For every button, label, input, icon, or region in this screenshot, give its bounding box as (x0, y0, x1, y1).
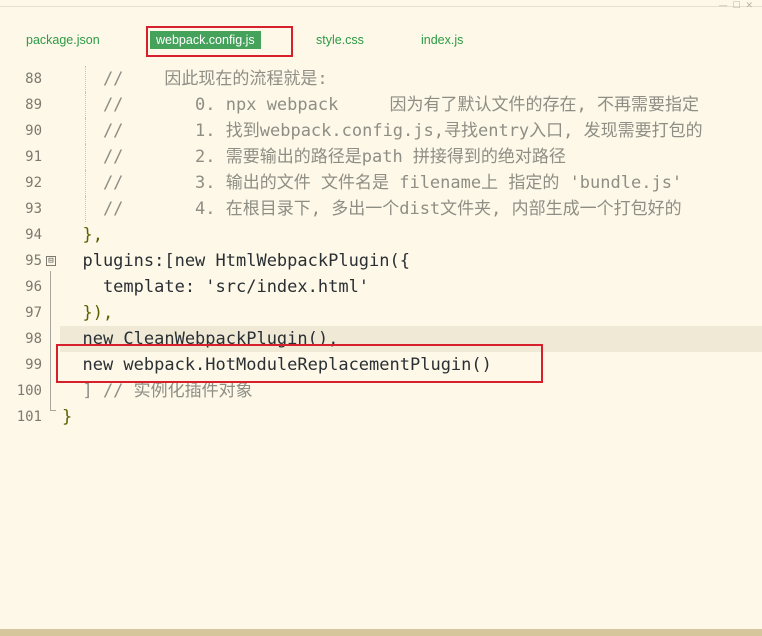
tab-annotation-box (146, 26, 293, 57)
line-text: }, (62, 225, 103, 245)
line-number: 95 (25, 253, 42, 269)
line-text: // 4. 在根目录下, 多出一个dist文件夹, 内部生成一个打包好的 (62, 199, 682, 219)
line-number: 93 (25, 201, 42, 217)
line-text: // 1. 找到webpack.config.js,寻找entry入口, 发现需… (62, 121, 703, 141)
tab-style-css[interactable]: style.css (316, 31, 364, 49)
tab-index-js[interactable]: index.js (421, 31, 463, 49)
line-number: 92 (25, 175, 42, 191)
code-line: 101 } (0, 404, 762, 430)
line-text: // 因此现在的流程就是: (62, 69, 328, 89)
code-line: 97 }), (0, 300, 762, 326)
code-line: 96 template: 'src/index.html' (0, 274, 762, 300)
tab-package-json[interactable]: package.json (26, 31, 100, 49)
fold-toggle-icon[interactable]: ⊟ (46, 256, 56, 266)
window-top-edge: — ☐ ✕ (0, 0, 762, 11)
window-controls-icon[interactable]: — ☐ ✕ (719, 1, 754, 11)
line-number: 96 (25, 279, 42, 295)
fold-guide-line (50, 271, 51, 411)
line-number: 89 (25, 97, 42, 113)
bottom-scroll-bar[interactable] (0, 629, 762, 636)
code-annotation-box (56, 344, 543, 383)
code-line: 93 // 4. 在根目录下, 多出一个dist文件夹, 内部生成一个打包好的 (0, 196, 762, 222)
line-number: 91 (25, 149, 42, 165)
line-number: 99 (25, 357, 42, 373)
line-text: plugins:[new HtmlWebpackPlugin({ (62, 251, 410, 271)
line-number: 94 (25, 227, 42, 243)
code-line: 90 // 1. 找到webpack.config.js,寻找entry入口, … (0, 118, 762, 144)
line-number: 97 (25, 305, 42, 321)
line-text: // 2. 需要输出的路径是path 拼接得到的绝对路径 (62, 147, 566, 167)
code-line: 95 ⊟ plugins:[new HtmlWebpackPlugin({ (0, 248, 762, 274)
code-line: 91 // 2. 需要输出的路径是path 拼接得到的绝对路径 (0, 144, 762, 170)
line-number: 98 (25, 331, 42, 347)
editor-tab-bar: package.json webpack.config.js style.css… (0, 24, 762, 56)
line-text: }), (62, 303, 114, 323)
line-text: // 0. npx webpack 因为有了默认文件的存在, 不再需要指定 (62, 95, 699, 115)
line-number: 88 (25, 71, 42, 87)
line-number: 90 (25, 123, 42, 139)
code-line: 92 // 3. 输出的文件 文件名是 filename上 指定的 'bundl… (0, 170, 762, 196)
fold-guide-end (50, 410, 56, 411)
code-line: 88 // 因此现在的流程就是: (0, 66, 762, 92)
line-text: template: 'src/index.html' (62, 277, 370, 297)
line-number: 100 (16, 383, 42, 399)
line-text: // 3. 输出的文件 文件名是 filename上 指定的 'bundle.j… (62, 173, 683, 193)
line-text: } (62, 407, 73, 427)
line-number: 101 (16, 409, 42, 425)
code-line: 89 // 0. npx webpack 因为有了默认文件的存在, 不再需要指定 (0, 92, 762, 118)
code-line: 94 }, (0, 222, 762, 248)
